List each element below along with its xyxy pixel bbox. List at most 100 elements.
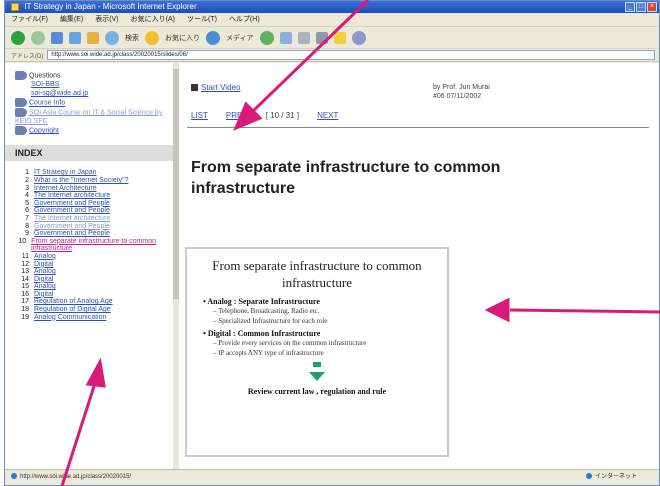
pager: LIST PREV [ 10 / 31 ] NEXT xyxy=(191,111,338,120)
menu-file[interactable]: ファイル(F) xyxy=(11,13,48,26)
window-controls: _ □ × xyxy=(625,2,657,12)
list-item[interactable]: 15 Analog xyxy=(15,283,165,291)
security-zone: インターネット xyxy=(585,470,637,485)
menu-favorites[interactable]: お気に入り(A) xyxy=(131,13,175,26)
video-camera-icon xyxy=(191,84,198,92)
menu-edit[interactable]: 編集(E) xyxy=(60,13,83,26)
page-content: Questions SOI-BBS soi-sg@wide.ad.jp Cour… xyxy=(5,63,659,471)
title-bar: IT Strategy in Japan - Microsoft Interne… xyxy=(5,1,659,13)
minimize-button[interactable]: _ xyxy=(625,2,635,12)
down-arrow-icon xyxy=(309,372,325,381)
down-arrow-icon-stem xyxy=(313,362,321,367)
menu-view[interactable]: 表示(V) xyxy=(95,13,118,26)
divider xyxy=(187,127,649,128)
search-label[interactable]: 検索 xyxy=(125,33,139,43)
slide-image: From separate infrastructure to common i… xyxy=(185,247,449,457)
refresh-icon[interactable] xyxy=(69,31,81,44)
main-panel: Start Video by Prof. Jun Murai #06 07/11… xyxy=(181,63,659,471)
history-icon[interactable] xyxy=(259,30,274,45)
slide-header: Start Video by Prof. Jun Murai #06 07/11… xyxy=(187,81,659,128)
copyright-link[interactable]: Copyright xyxy=(15,126,165,136)
print-icon[interactable] xyxy=(297,31,310,44)
mail-icon[interactable] xyxy=(279,31,292,44)
screenshot: IT Strategy in Japan - Microsoft Interne… xyxy=(0,0,660,486)
window-title: IT Strategy in Japan - Microsoft Interne… xyxy=(24,2,197,11)
slide-bullet-analog: • Analog : Separate Infrastructure xyxy=(203,297,320,306)
questions-icon xyxy=(15,71,27,80)
index-header: INDEX xyxy=(5,145,173,162)
status-bar: http://www.soi.wide.ad.jp/class/20020015… xyxy=(5,469,659,485)
internet-globe-icon xyxy=(585,473,592,480)
page-title: From separate infrastructure to common i… xyxy=(191,159,501,197)
index-list: 1 IT Strategy in Japan 2 What is the "Inte… xyxy=(15,169,165,321)
list-item[interactable]: 17 Regulation of Analog Age xyxy=(15,298,165,306)
list-item[interactable]: 16 Digital xyxy=(15,291,165,299)
list-item[interactable]: 12 Digital xyxy=(15,261,165,269)
back-arrow-icon[interactable] xyxy=(11,30,25,45)
slide-sub-item: – Telephone, Broadcasting, Radio etc. xyxy=(213,307,320,315)
list-item[interactable]: 7 The Internet architecture xyxy=(15,215,165,223)
search-icon[interactable] xyxy=(105,30,119,45)
soi-asia-icon xyxy=(15,107,27,117)
list-item[interactable]: 8 Government and People xyxy=(15,223,165,231)
favorites-label[interactable]: お気に入り xyxy=(165,33,200,43)
list-item-current[interactable]: 10 From separate infrastructure to common… xyxy=(15,238,165,253)
list-item[interactable]: 1 IT Strategy in Japan xyxy=(15,169,165,177)
menu-help[interactable]: ヘルプ(H) xyxy=(229,13,260,26)
course-info-icon xyxy=(15,98,27,108)
list-item[interactable]: 18 Regulation of Digital Age xyxy=(15,306,165,314)
slide-sub-item: – Specialized Infrastructure for each ro… xyxy=(213,317,328,325)
list-item[interactable]: 13 Analog xyxy=(15,268,165,276)
start-video-link[interactable]: Start Video xyxy=(191,83,240,92)
next-link[interactable]: NEXT xyxy=(317,111,338,120)
home-icon[interactable] xyxy=(87,31,99,44)
list-item[interactable]: 4 The Internet architecture xyxy=(15,192,165,200)
favorites-star-icon[interactable] xyxy=(145,30,159,45)
copyright-icon xyxy=(15,126,27,136)
toolbar: 検索 お気に入り メディア xyxy=(5,27,659,49)
browser-window: IT Strategy in Japan - Microsoft Interne… xyxy=(4,0,660,486)
list-item[interactable]: 6 Government and People xyxy=(15,207,165,215)
messenger-icon[interactable] xyxy=(351,30,366,45)
folder-icon[interactable] xyxy=(333,31,346,44)
page-position: [ 10 / 31 ] xyxy=(265,111,300,120)
author: by Prof. Jun Murai xyxy=(433,84,490,91)
session-date: #06 07/11/2002 xyxy=(433,93,482,100)
address-input[interactable]: http://www.soi.wide.ad.jp/class/20020015… xyxy=(47,50,655,60)
byline: by Prof. Jun Murai #06 07/11/2002 xyxy=(433,83,490,101)
soi-bbs-link[interactable]: SOI-BBS xyxy=(15,80,165,89)
prev-link[interactable]: PREV xyxy=(226,111,248,120)
list-item[interactable]: 3 Internet Architecture xyxy=(15,185,165,193)
list-link[interactable]: LIST xyxy=(191,111,208,120)
menu-tools[interactable]: ツール(T) xyxy=(187,13,217,26)
list-item[interactable]: 9 Government and People xyxy=(15,230,165,238)
slide-sub-item: – IP accepts ANY type of infrastructure xyxy=(213,349,324,357)
edit-icon[interactable] xyxy=(315,31,328,44)
status-url: http://www.soi.wide.ad.jp/class/20020015… xyxy=(20,474,132,480)
menu-bar: ファイル(F) 編集(E) 表示(V) お気に入り(A) ツール(T) ヘルプ(… xyxy=(5,13,659,27)
media-icon[interactable] xyxy=(206,30,220,45)
list-item[interactable]: 14 Digital xyxy=(15,276,165,284)
email-link[interactable]: soi-sg@wide.ad.jp xyxy=(15,89,165,98)
slide-footer: Review current law , regulation and rule xyxy=(247,387,387,396)
sidebar-scrollbar[interactable] xyxy=(173,63,179,471)
stop-icon[interactable] xyxy=(51,31,63,44)
maximize-button[interactable]: □ xyxy=(636,2,646,12)
close-button[interactable]: × xyxy=(647,2,657,12)
list-item[interactable]: 2 What is the "Internet Society"? xyxy=(15,177,165,185)
soi-asia-link[interactable]: SOI Asia Course on IT & Social Science b… xyxy=(15,107,165,126)
page-icon xyxy=(11,473,17,480)
list-item[interactable]: 11 Analog xyxy=(15,253,165,261)
sidebar-scroll-thumb[interactable] xyxy=(173,69,179,299)
course-info-link[interactable]: Course Info xyxy=(15,98,165,108)
slide-sub-item: – Provide every services on the common i… xyxy=(213,339,367,347)
ie-logo-icon xyxy=(11,2,19,11)
list-item[interactable]: 19 Analog Communication xyxy=(15,314,165,322)
forward-arrow-icon[interactable] xyxy=(31,30,45,45)
list-item[interactable]: 5 Government and People xyxy=(15,200,165,208)
slide-bullet-digital: • Digital : Common Infrastructure xyxy=(203,329,321,338)
sidebar: Questions SOI-BBS soi-sg@wide.ad.jp Cour… xyxy=(5,63,175,471)
questions-link[interactable]: Questions xyxy=(15,71,165,80)
address-bar: アドレス(D) http://www.soi.wide.ad.jp/class/… xyxy=(5,49,659,62)
media-label[interactable]: メディア xyxy=(226,33,254,43)
